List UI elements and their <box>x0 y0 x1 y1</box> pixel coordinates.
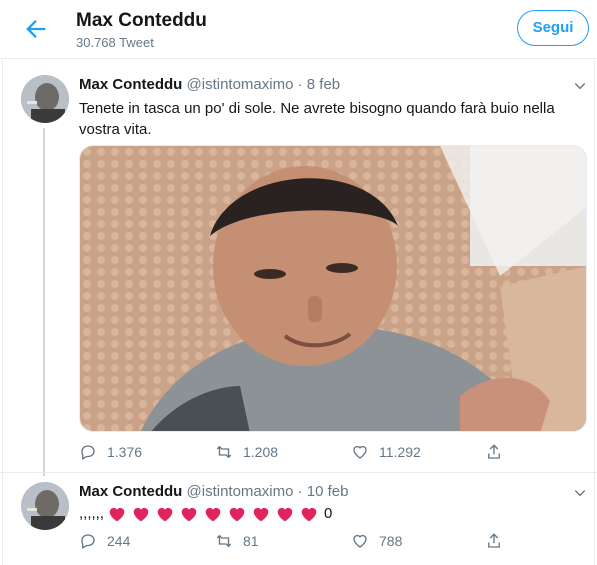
follow-button[interactable]: Segui <box>517 10 589 46</box>
profile-header: Max Conteddu 30.768 Tweet Segui <box>0 0 597 59</box>
heart-emoji-icon <box>109 507 125 521</box>
tweet-date[interactable]: 8 feb <box>307 76 340 93</box>
share-icon <box>488 444 500 459</box>
tweet-header: Max Conteddu @istintomaximo · 10 feb <box>79 483 349 500</box>
like-action[interactable]: 788 <box>351 532 402 550</box>
tweet-text: Tenete in tasca un po' di sole. Ne avret… <box>79 100 555 138</box>
tweet-text-prefix: ,,,,,, <box>79 505 105 522</box>
avatar[interactable] <box>21 482 69 530</box>
author-handle[interactable]: @istintomaximo <box>187 76 294 93</box>
share-icon <box>488 533 500 548</box>
heart-emoji-icon <box>253 507 269 521</box>
retweet-count: 1.208 <box>243 444 279 460</box>
tweet-actions: 1.376 1.208 11.292 <box>79 443 589 465</box>
tweet-date[interactable]: 10 feb <box>307 483 349 500</box>
tweet-actions: 244 81 788 <box>79 532 589 554</box>
retweet-icon <box>216 534 232 548</box>
author-name[interactable]: Max Conteddu <box>79 76 182 93</box>
like-icon <box>353 445 367 459</box>
meta-separator: · <box>297 76 303 93</box>
tweet-count: 30.768 Tweet <box>76 35 154 50</box>
like-icon <box>353 534 367 548</box>
like-count: 11.292 <box>379 444 421 460</box>
retweet-count: 81 <box>243 533 259 549</box>
like-action[interactable]: 11.292 <box>351 443 421 461</box>
meta-separator: · <box>297 483 303 500</box>
reply-icon <box>81 534 95 549</box>
chevron-down-icon[interactable] <box>573 486 587 500</box>
heart-emoji-icon <box>181 507 197 521</box>
reply-count: 1.376 <box>107 444 143 460</box>
retweet-action[interactable]: 1.208 <box>215 443 278 461</box>
avatar[interactable] <box>21 75 69 123</box>
heart-emoji-icon <box>133 507 149 521</box>
retweet-icon <box>216 445 232 459</box>
author-handle[interactable]: @istintomaximo <box>187 483 294 500</box>
heart-emoji-icon <box>277 507 293 521</box>
heart-emoji-icon <box>157 507 173 521</box>
like-count: 788 <box>379 533 403 549</box>
tweet-divider <box>0 472 597 473</box>
thread-connector-line <box>43 128 45 476</box>
tweet-photo[interactable] <box>79 145 587 432</box>
reply-action[interactable]: 1.376 <box>79 443 142 461</box>
reply-count: 244 <box>107 533 131 549</box>
reply-icon <box>81 445 95 460</box>
tweet-text-suffix: 0 <box>324 505 333 522</box>
heart-emoji-icon <box>229 507 245 521</box>
tweet-header: Max Conteddu @istintomaximo · 8 feb <box>79 76 340 93</box>
chevron-down-icon[interactable] <box>573 79 587 93</box>
heart-emoji-icon <box>205 507 221 521</box>
heart-emoji-row <box>108 506 324 522</box>
share-action[interactable] <box>485 532 513 550</box>
tweet-text: ,,,,,, 0 <box>79 505 332 522</box>
reply-action[interactable]: 244 <box>79 532 130 550</box>
profile-name-title: Max Conteddu <box>76 10 207 31</box>
heart-emoji-icon <box>301 507 317 521</box>
author-name[interactable]: Max Conteddu <box>79 483 182 500</box>
share-action[interactable] <box>485 443 513 461</box>
retweet-action[interactable]: 81 <box>215 532 259 550</box>
back-arrow-icon[interactable] <box>22 15 50 43</box>
